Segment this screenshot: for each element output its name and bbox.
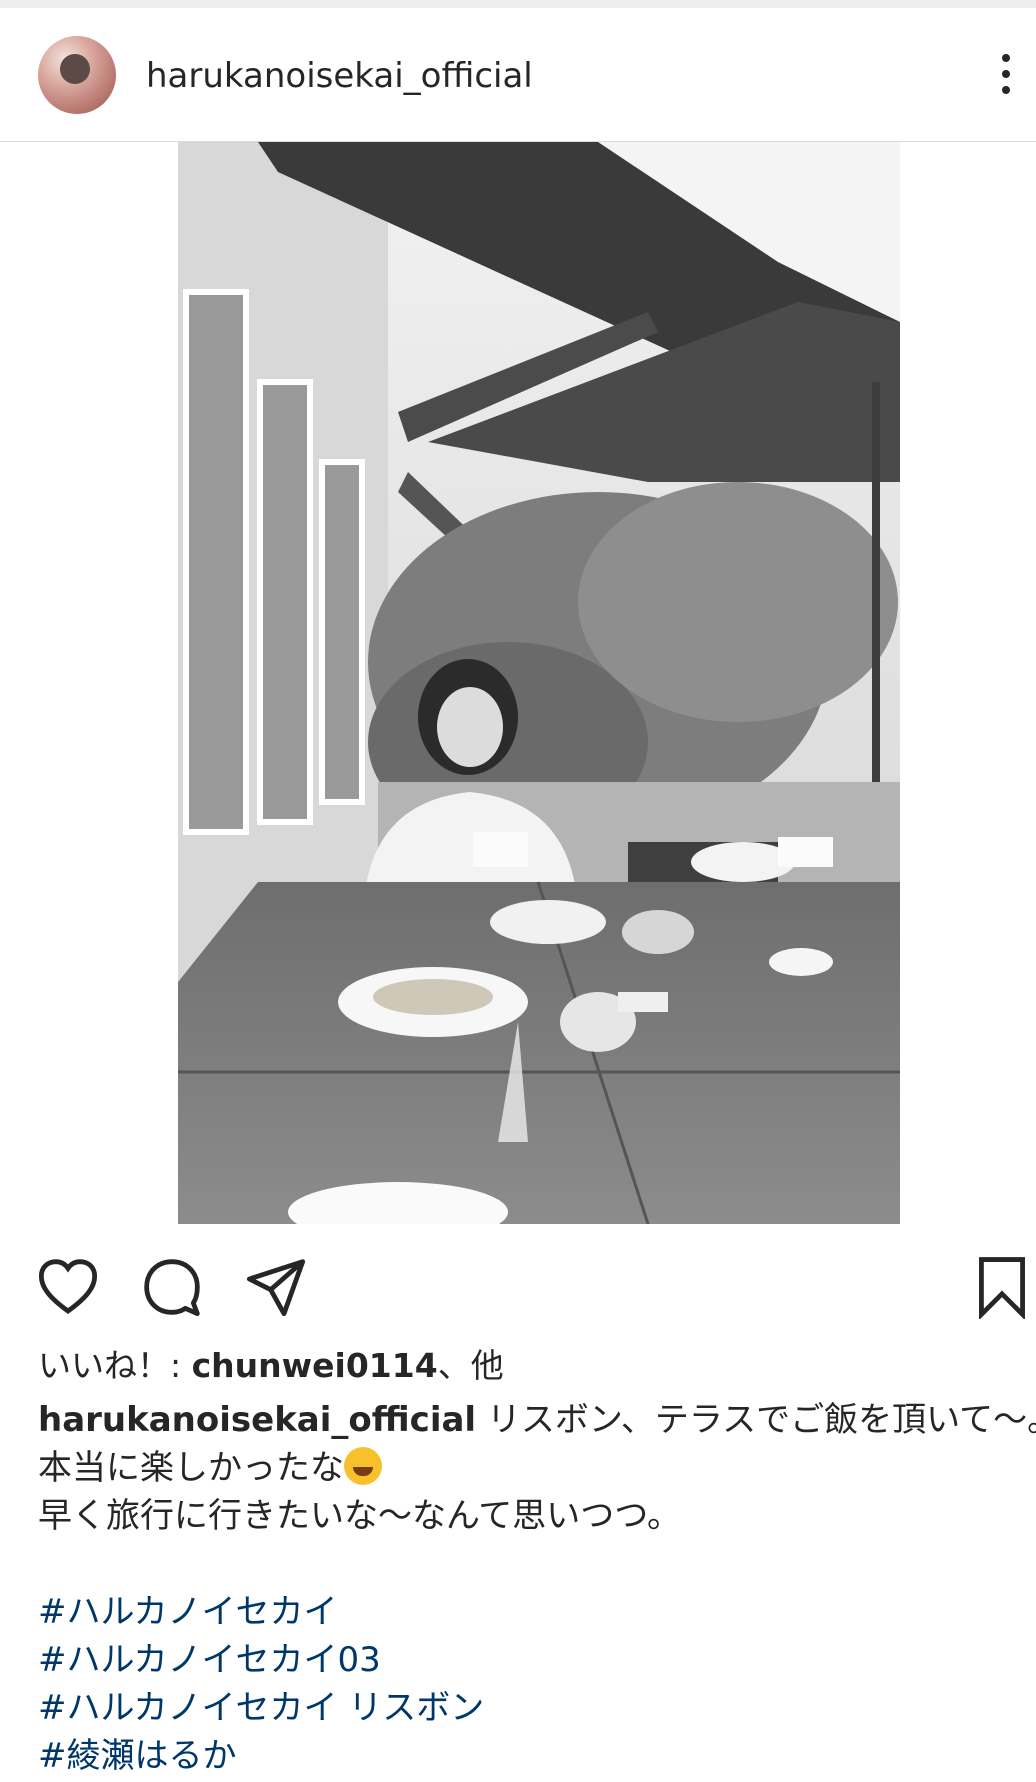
- send-icon[interactable]: [244, 1255, 308, 1319]
- post-actions: [0, 1224, 1036, 1354]
- liked-by-user[interactable]: chunwei0114: [192, 1346, 438, 1385]
- post-username[interactable]: harukanoisekai_official: [146, 56, 533, 96]
- comment-icon[interactable]: [140, 1255, 204, 1319]
- rolling-on-floor-laughing-emoji-icon: [344, 1447, 382, 1485]
- caption-username[interactable]: harukanoisekai_official: [38, 1400, 476, 1440]
- avatar[interactable]: [38, 36, 116, 114]
- hashtag-link[interactable]: #ハルカノイセカイ: [38, 1588, 1028, 1636]
- heart-icon[interactable]: [36, 1255, 100, 1319]
- caption-line-2: 本当に楽しかったな: [38, 1448, 344, 1488]
- photo-image: [178, 142, 900, 1224]
- hashtag-link[interactable]: #綾瀬はるか: [38, 1732, 1028, 1780]
- caption-line-3: 早く旅行に行きたいな〜なんて思いつつ。: [38, 1496, 681, 1536]
- post-caption: harukanoisekai_official リスボン、テラスでご飯を頂いて〜…: [38, 1396, 1036, 1780]
- likes-summary[interactable]: いいね！: chunwei0114、他: [38, 1346, 504, 1386]
- top-divider: [0, 0, 1036, 8]
- caption-line-1: リスボン、テラスでご飯を頂いて〜。: [476, 1400, 1036, 1440]
- post-header: harukanoisekai_official: [0, 8, 1036, 142]
- likes-suffix: 、他: [437, 1346, 504, 1385]
- hashtag-link[interactable]: #ハルカノイセカイ リスボン: [38, 1684, 1028, 1732]
- hashtag-link[interactable]: #ハルカノイセカイ03: [38, 1636, 1028, 1684]
- post-photo[interactable]: [178, 142, 900, 1224]
- more-vertical-icon[interactable]: [1000, 54, 1012, 98]
- bookmark-icon[interactable]: [974, 1255, 1030, 1321]
- likes-prefix: いいね！:: [38, 1346, 192, 1385]
